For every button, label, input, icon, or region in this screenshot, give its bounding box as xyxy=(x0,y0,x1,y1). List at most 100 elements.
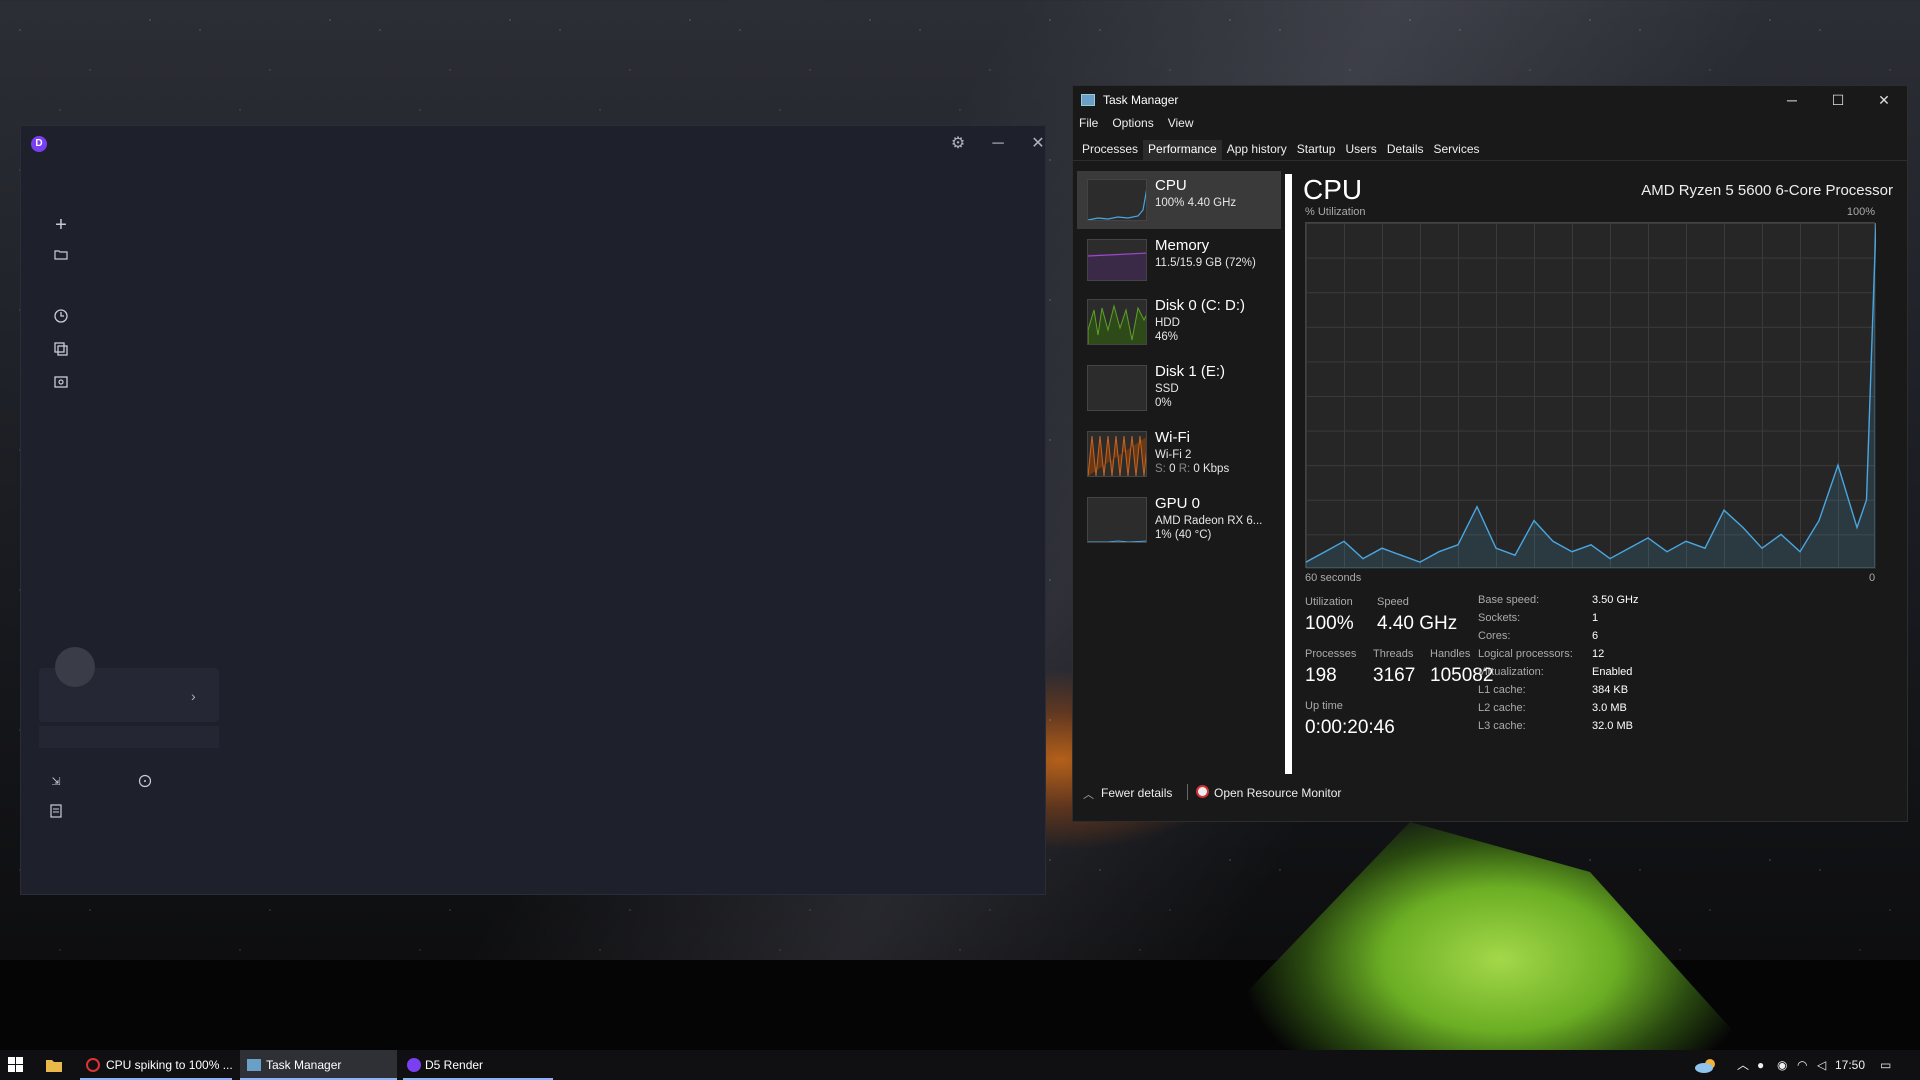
taskbar-task-manager-button[interactable]: Task Manager xyxy=(240,1050,397,1080)
cpu-data-point xyxy=(1723,509,1725,511)
gallery-icon[interactable] xyxy=(50,374,72,395)
tab-users[interactable]: Users xyxy=(1340,140,1381,160)
close-button[interactable]: ✕ xyxy=(1861,86,1907,114)
user-card-footer xyxy=(39,726,219,748)
resource-disk-0[interactable]: Disk 0 (C: D:) HDD 46% xyxy=(1077,291,1281,355)
menu-file[interactable]: File xyxy=(1079,116,1098,130)
cpu-panel: CPU AMD Ryzen 5 5600 6-Core Processor % … xyxy=(1303,174,1893,774)
spec-row: L1 cache: 384 KB xyxy=(1478,684,1718,698)
tab-app-history[interactable]: App history xyxy=(1222,140,1292,160)
cpu-data-point xyxy=(1400,554,1402,556)
chevron-right-icon[interactable]: › xyxy=(191,688,196,704)
taskbar-d5-render-button[interactable]: D5 Render xyxy=(403,1050,553,1080)
send-value: 0 xyxy=(1169,463,1176,475)
cpu-data-point xyxy=(1419,561,1421,563)
gear-icon[interactable]: ⚙ xyxy=(945,132,971,156)
wifi-icon[interactable]: ◠ xyxy=(1797,1050,1807,1080)
resource-wifi[interactable]: Wi-Fi Wi-Fi 2 S: 0 R: 0 Kbps xyxy=(1077,423,1281,487)
resource-name: CPU xyxy=(1155,177,1187,194)
windows-start-icon[interactable] xyxy=(8,1050,30,1080)
resource-detail: AMD Radeon RX 6... xyxy=(1155,515,1263,527)
copy-icon[interactable] xyxy=(50,341,72,362)
fewer-details-link[interactable]: Fewer details xyxy=(1101,786,1172,800)
tab-performance[interactable]: Performance xyxy=(1143,140,1222,160)
resource-disk-1[interactable]: Disk 1 (E:) SSD 0% xyxy=(1077,357,1281,421)
spec-row: Logical processors: 12 xyxy=(1478,648,1718,662)
resource-detail: 11.5/15.9 GB (72%) xyxy=(1155,257,1256,269)
minimize-button[interactable]: ─ xyxy=(985,132,1011,156)
task-manager-window: Task Manager ─ ☐ ✕ File Options View Pro… xyxy=(1072,85,1908,822)
resource-monitor-icon[interactable] xyxy=(1196,785,1209,798)
cpu-series-line xyxy=(1306,223,1876,563)
tab-services[interactable]: Services xyxy=(1429,140,1485,160)
spec-key: L1 cache: xyxy=(1478,684,1526,696)
cpu-data-point xyxy=(1362,558,1364,560)
scrollbar[interactable] xyxy=(1285,174,1292,774)
utilization-axis-label: % Utilization xyxy=(1305,206,1366,218)
menu-options[interactable]: Options xyxy=(1112,116,1153,130)
notification-icon[interactable]: ▭ xyxy=(1880,1050,1891,1080)
resource-detail: SSD xyxy=(1155,383,1179,395)
cpu-data-point xyxy=(1628,547,1630,549)
history-icon[interactable] xyxy=(50,308,72,329)
chevron-up-icon[interactable]: ︿ xyxy=(1083,786,1094,802)
document-icon[interactable] xyxy=(45,804,67,823)
tab-details[interactable]: Details xyxy=(1382,140,1429,160)
resource-name: GPU 0 xyxy=(1155,495,1201,512)
folder-icon[interactable] xyxy=(50,247,72,265)
maximize-button[interactable]: ☐ xyxy=(1815,86,1861,114)
resource-detail: S: 0 R: 0 Kbps xyxy=(1155,463,1229,475)
memory-thumbnail xyxy=(1087,239,1147,281)
cpu-data-point xyxy=(1438,551,1440,553)
resource-name: Wi-Fi xyxy=(1155,429,1190,446)
min-axis-label: 0 xyxy=(1869,572,1876,584)
wifi-thumbnail xyxy=(1087,431,1147,477)
processes-value: 198 xyxy=(1305,665,1337,686)
spec-value: 32.0 MB xyxy=(1592,720,1633,732)
time-axis-label: 60 seconds xyxy=(1305,572,1362,584)
resource-name: Memory xyxy=(1155,237,1210,254)
menu-view[interactable]: View xyxy=(1168,116,1194,130)
avatar[interactable] xyxy=(55,647,95,687)
spec-row: Cores: 6 xyxy=(1478,630,1718,644)
close-button[interactable]: ✕ xyxy=(1025,132,1051,156)
resource-gpu-0[interactable]: GPU 0 AMD Radeon RX 6... 1% (40 °C) xyxy=(1077,489,1281,553)
cpu-data-point xyxy=(1865,499,1868,501)
spec-key: L2 cache: xyxy=(1478,702,1526,714)
speaker-icon[interactable]: ◁ xyxy=(1817,1050,1826,1080)
cpu-data-point xyxy=(1704,547,1706,549)
spec-row: Sockets: 1 xyxy=(1478,612,1718,626)
spec-value: 1 xyxy=(1592,612,1599,624)
threads-label: Threads xyxy=(1373,648,1414,660)
taskbar-browser-button[interactable]: CPU spiking to 100% ... xyxy=(80,1050,233,1080)
discord-icon[interactable]: ● xyxy=(1757,1050,1764,1080)
cpu-data-point xyxy=(1780,533,1782,535)
spec-value: 6 xyxy=(1592,630,1599,642)
collapse-icon[interactable]: ⇲ xyxy=(45,775,67,788)
feedback-icon[interactable] xyxy=(134,774,156,793)
d5-render-window: D ⚙ ─ ✕ + › ⇲ xyxy=(20,125,1046,895)
plus-icon[interactable]: + xyxy=(50,214,72,237)
open-resource-monitor-link[interactable]: Open Resource Monitor xyxy=(1214,786,1341,800)
steam-icon[interactable]: ◉ xyxy=(1777,1050,1787,1080)
processes-label: Processes xyxy=(1305,648,1357,660)
minimize-button[interactable]: ─ xyxy=(1769,86,1815,114)
tab-processes[interactable]: Processes xyxy=(1077,140,1143,160)
spec-row: Base speed: 3.50 GHz xyxy=(1478,594,1718,608)
resource-detail: 100% 4.40 GHz xyxy=(1155,197,1237,209)
file-explorer-icon[interactable] xyxy=(46,1050,68,1080)
browser-icon xyxy=(86,1058,100,1072)
cpu-data-point xyxy=(1647,537,1649,539)
chevron-up-icon[interactable]: ︿ xyxy=(1737,1050,1749,1080)
resource-memory[interactable]: Memory 11.5/15.9 GB (72%) xyxy=(1077,231,1281,289)
utilization-value: 100% xyxy=(1305,613,1354,634)
taskbar: CPU spiking to 100% ... Task Manager D5 … xyxy=(0,1050,1920,1080)
cpu-data-point xyxy=(1742,526,1744,529)
weather-icon[interactable] xyxy=(1694,1050,1720,1080)
task-manager-icon xyxy=(1081,94,1095,106)
tab-startup[interactable]: Startup xyxy=(1292,140,1341,160)
menu-bar: File Options View xyxy=(1079,116,1194,130)
spec-row: L2 cache: 3.0 MB xyxy=(1478,702,1718,716)
resource-cpu[interactable]: CPU 100% 4.40 GHz xyxy=(1077,171,1281,229)
clock[interactable]: 17:50 xyxy=(1835,1050,1865,1080)
